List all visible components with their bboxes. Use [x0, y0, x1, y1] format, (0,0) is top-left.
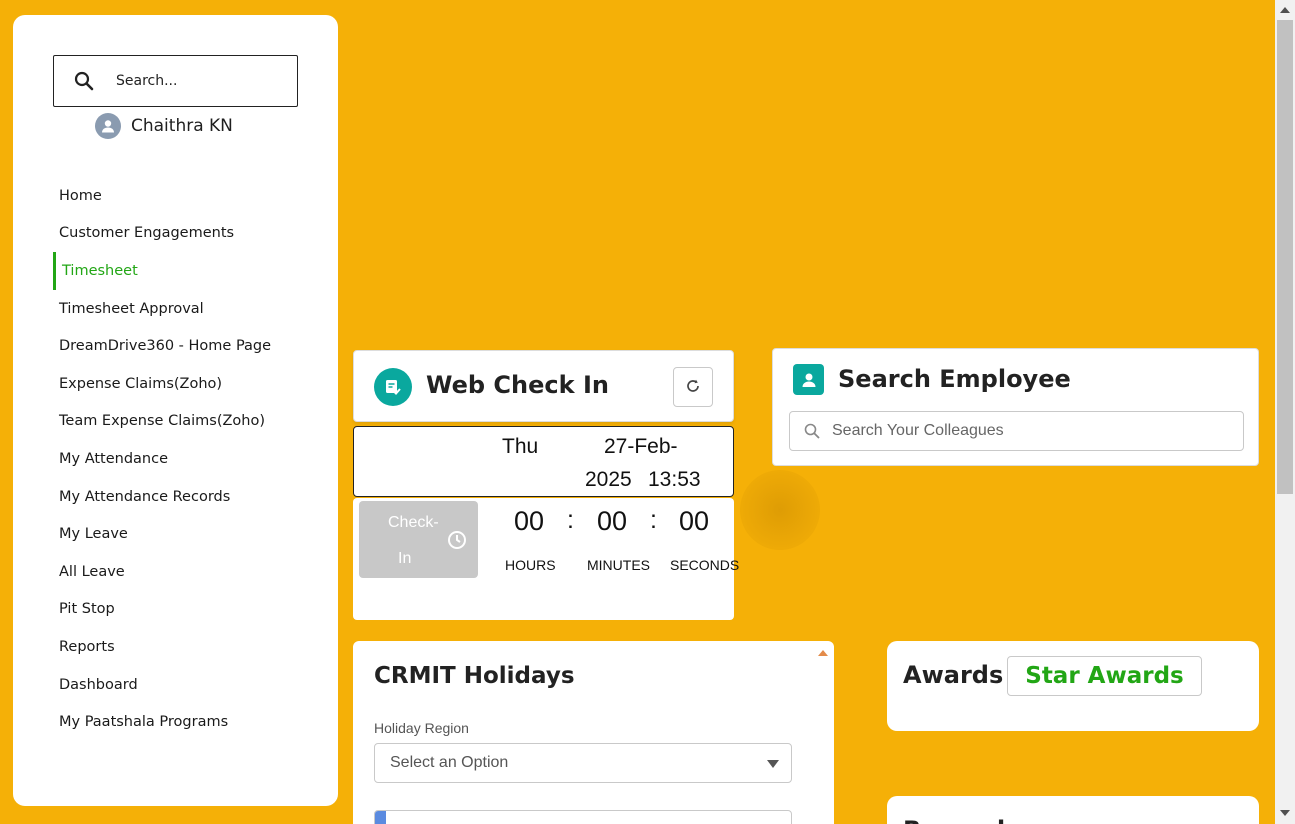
search-employee-title: Search Employee: [838, 365, 1071, 393]
hours-label: HOURS: [505, 557, 556, 573]
web-check-in-title: Web Check In: [426, 371, 609, 399]
holiday-region-label: Holiday Region: [374, 720, 469, 736]
sidebar-item-my-leave[interactable]: My Leave: [53, 515, 313, 553]
sidebar-item-pit-stop[interactable]: Pit Stop: [53, 591, 313, 629]
minutes-separator: :: [650, 506, 657, 534]
check-in-label-line2: In: [398, 550, 412, 567]
avatar: [95, 113, 121, 139]
search-employee-field[interactable]: [789, 411, 1244, 451]
sidebar-item-dreamdrive360[interactable]: DreamDrive360 - Home Page: [53, 327, 313, 365]
search-icon: [804, 422, 822, 440]
rewards-card: Rewards: [887, 796, 1259, 824]
current-date-part2: 2025: [585, 468, 632, 491]
current-day: Thu: [502, 435, 539, 458]
clock-icon: [447, 530, 467, 555]
hours-separator: :: [567, 506, 574, 534]
sidebar-item-home[interactable]: Home: [53, 177, 313, 215]
chevron-down-icon: [767, 760, 779, 768]
minutes-label: MINUTES: [587, 557, 650, 573]
user-name: Chaithra KN: [131, 116, 233, 136]
person-icon: [793, 364, 824, 395]
shadow-glow: [740, 470, 820, 550]
current-date-display: Thu 27-Feb- 2025 13:53: [353, 426, 734, 497]
minutes-value: 00: [597, 506, 628, 536]
awards-title: Awards: [903, 661, 1004, 689]
holiday-region-value: Select an Option: [390, 754, 509, 771]
card-scroll-up-icon[interactable]: [818, 650, 828, 656]
star-awards-button[interactable]: Star Awards: [1007, 656, 1202, 696]
refresh-icon: [685, 378, 701, 397]
holidays-title: CRMIT Holidays: [374, 663, 575, 689]
scroll-down-arrow-icon[interactable]: [1280, 810, 1290, 816]
sidebar-item-my-attendance-records[interactable]: My Attendance Records: [53, 478, 313, 516]
sidebar-item-timesheet[interactable]: Timesheet: [53, 252, 313, 290]
sidebar-item-all-leave[interactable]: All Leave: [53, 553, 313, 591]
crmit-holidays-card: CRMIT Holidays Holiday Region Select an …: [353, 641, 834, 824]
sidebar-nav: Home Customer Engagements Timesheet Time…: [53, 177, 313, 741]
sidebar-item-team-expense-claims[interactable]: Team Expense Claims(Zoho): [53, 403, 313, 441]
search-employee-card: Search Employee: [772, 348, 1259, 466]
web-check-in-header: Web Check In: [353, 350, 734, 422]
rewards-title: Rewards: [903, 816, 1019, 824]
sidebar-item-my-paatshala-programs[interactable]: My Paatshala Programs: [53, 703, 313, 741]
sidebar-item-timesheet-approval[interactable]: Timesheet Approval: [53, 290, 313, 328]
sidebar-item-customer-engagements[interactable]: Customer Engagements: [53, 215, 313, 253]
seconds-value: 00: [679, 506, 710, 536]
current-date-part1: 27-Feb-: [604, 435, 678, 458]
current-time: 13:53: [648, 468, 701, 491]
sidebar-search-input[interactable]: [116, 73, 286, 89]
sidebar-item-my-attendance[interactable]: My Attendance: [53, 440, 313, 478]
search-employee-input[interactable]: [832, 422, 1232, 440]
checkin-badge-icon: [374, 368, 412, 406]
user-profile[interactable]: Chaithra KN: [95, 113, 233, 139]
holiday-region-select[interactable]: Select an Option: [374, 743, 792, 783]
sidebar-item-expense-claims[interactable]: Expense Claims(Zoho): [53, 365, 313, 403]
check-in-button[interactable]: Check- In: [359, 501, 478, 578]
check-in-timer: Check- In 00 : 00 : 00 HOURS MINUTES SEC…: [353, 498, 739, 620]
page-scrollbar[interactable]: [1275, 0, 1295, 824]
scroll-thumb[interactable]: [1277, 20, 1293, 494]
sidebar-item-reports[interactable]: Reports: [53, 628, 313, 666]
holiday-list-accent: [375, 811, 386, 824]
seconds-label: SECONDS: [670, 557, 740, 573]
sidebar-item-dashboard[interactable]: Dashboard: [53, 666, 313, 704]
sidebar: Chaithra KN Home Customer Engagements Ti…: [13, 15, 338, 806]
scroll-up-arrow-icon[interactable]: [1280, 7, 1290, 13]
search-icon: [74, 70, 96, 92]
awards-card: Awards Star Awards: [887, 641, 1259, 731]
check-in-label-line1: Check-: [388, 514, 439, 531]
holiday-list: [374, 810, 792, 824]
sidebar-search[interactable]: [53, 55, 298, 107]
refresh-button[interactable]: [673, 367, 713, 407]
hours-value: 00: [514, 506, 545, 536]
